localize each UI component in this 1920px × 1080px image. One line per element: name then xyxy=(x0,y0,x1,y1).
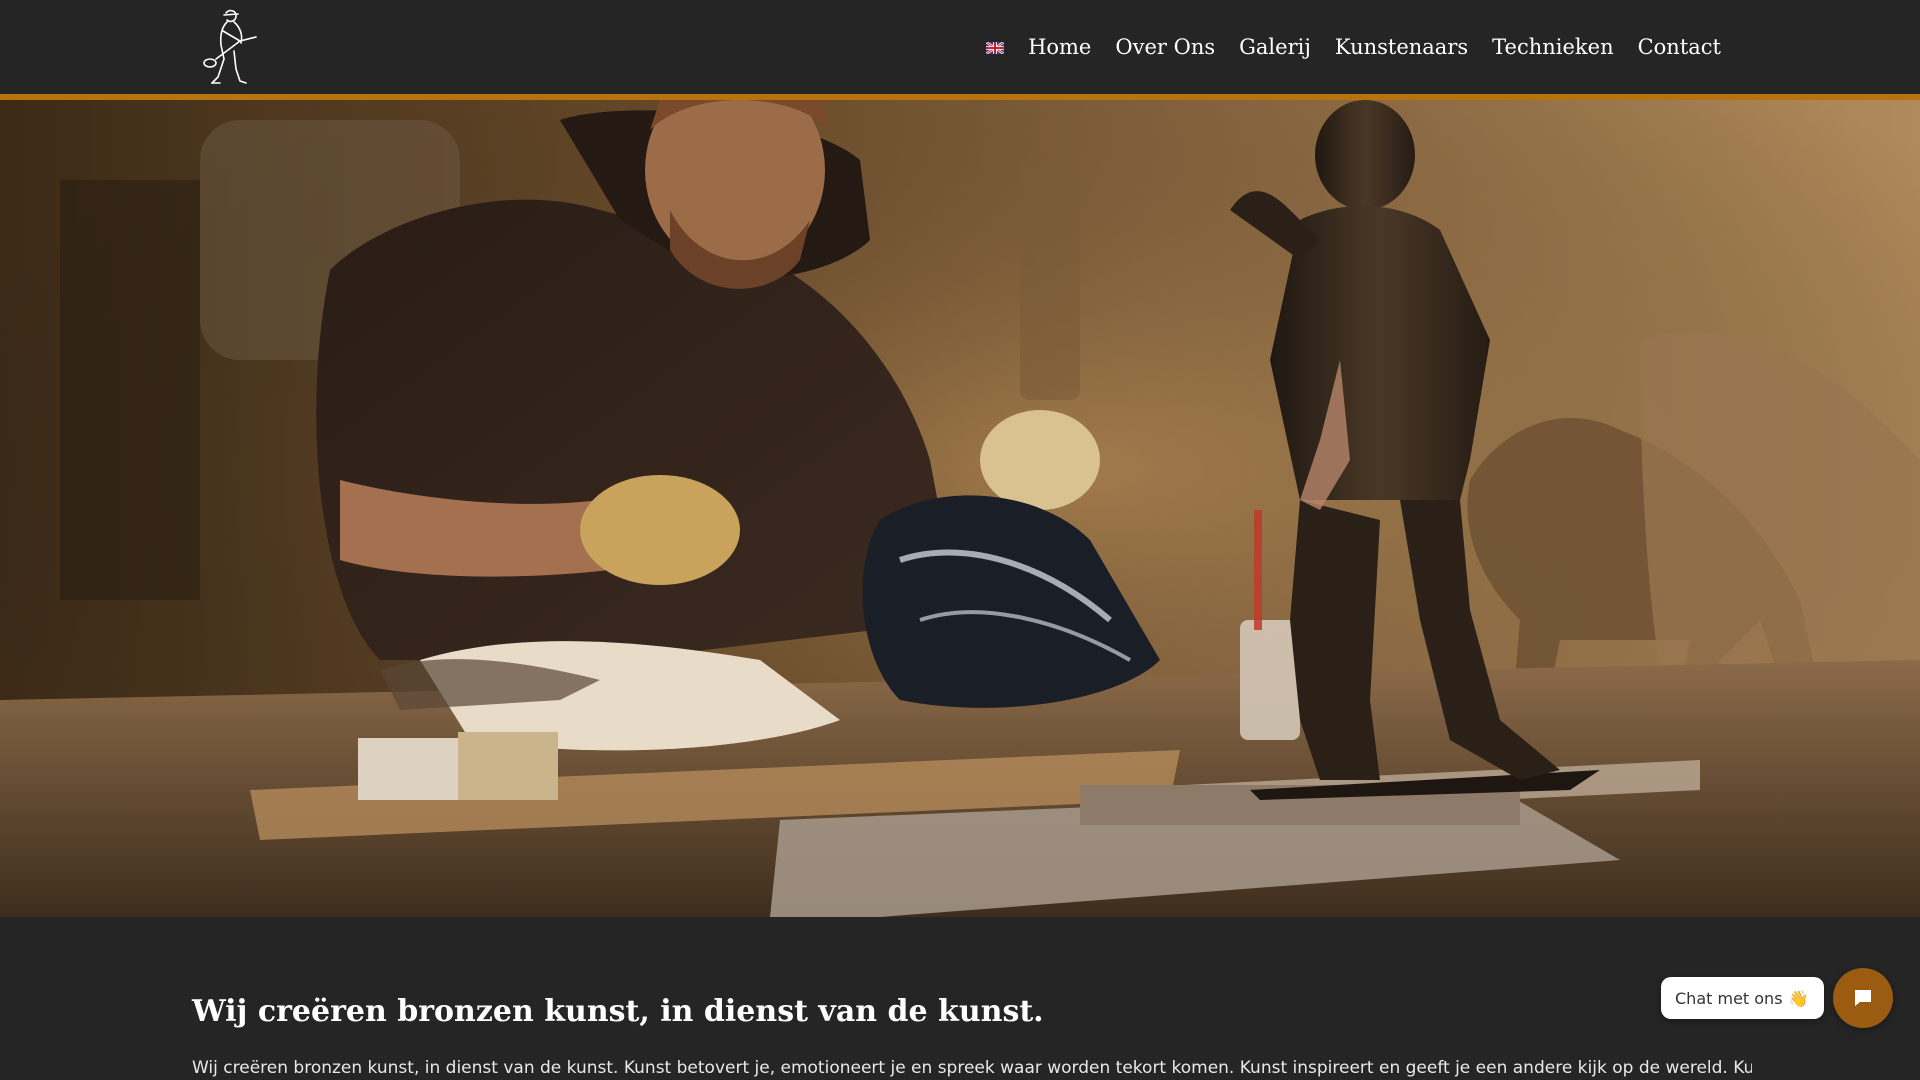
nav-over-ons[interactable]: Over Ons xyxy=(1115,35,1215,59)
nav-home[interactable]: Home xyxy=(1028,35,1091,59)
chat-invite-label: Chat met ons xyxy=(1675,988,1783,1008)
main-nav: Home Over Ons Galerij Kunstenaars Techni… xyxy=(986,0,1721,94)
chat-bubble-icon xyxy=(1855,990,1871,1006)
site-header: Home Over Ons Galerij Kunstenaars Techni… xyxy=(0,0,1920,94)
foundry-worker-logo[interactable] xyxy=(196,7,262,87)
uk-flag-icon[interactable] xyxy=(986,42,1005,54)
nav-galerij[interactable]: Galerij xyxy=(1239,35,1311,59)
waving-hand-icon: 👋 xyxy=(1788,988,1809,1008)
intro-text: Wij creëren bronzen kunst, in dienst van… xyxy=(192,1058,1752,1078)
nav-contact[interactable]: Contact xyxy=(1638,35,1721,59)
hero-image xyxy=(0,100,1920,917)
page-title: Wij creëren bronzen kunst, in dienst van… xyxy=(192,994,1044,1029)
chat-open-button[interactable] xyxy=(1833,968,1893,1028)
sculptor-workshop-photo xyxy=(0,100,1920,917)
nav-technieken[interactable]: Technieken xyxy=(1492,35,1613,59)
nav-kunstenaars[interactable]: Kunstenaars xyxy=(1335,35,1468,59)
chat-invite-bubble[interactable]: Chat met ons 👋 xyxy=(1661,977,1825,1019)
